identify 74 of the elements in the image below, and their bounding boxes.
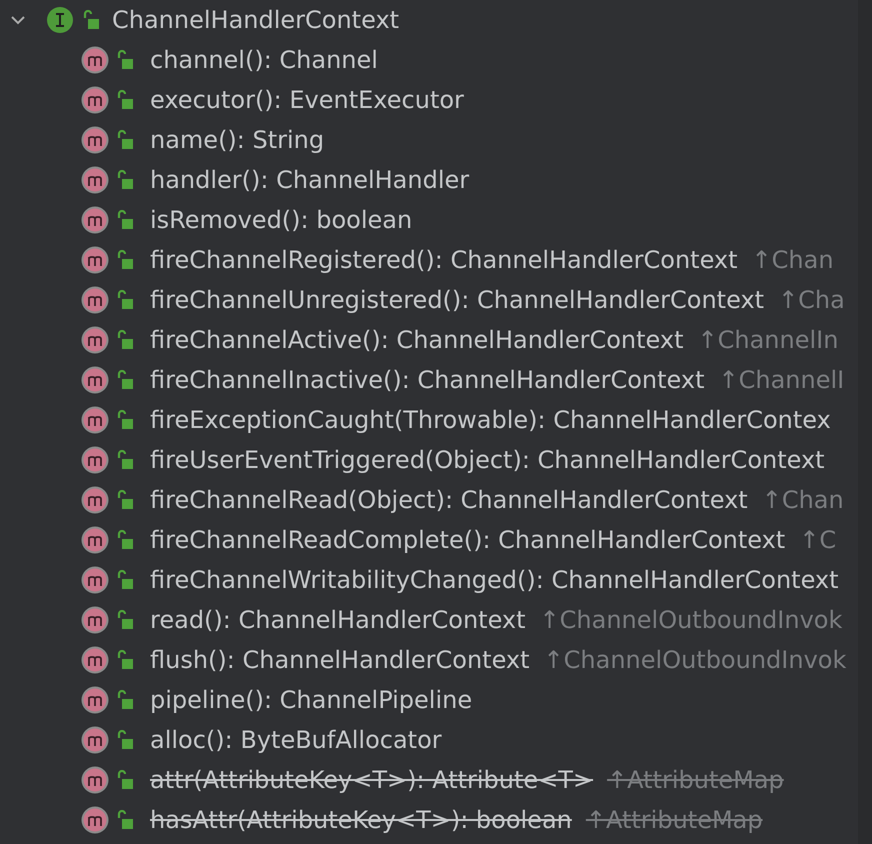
unlocked-padlock-icon: [116, 570, 134, 590]
inherited-from-label: ↑ChannelOutboundInvok: [540, 606, 842, 634]
method-icon: [80, 646, 110, 674]
method-signature[interactable]: flush(): ChannelHandlerContext: [150, 646, 530, 674]
method-signature[interactable]: attr(AttributeKey<T>): Attribute<T>: [150, 766, 594, 794]
unlocked-padlock-icon: [116, 290, 134, 310]
method-icon: [80, 366, 110, 394]
unlocked-padlock-icon: [116, 210, 134, 230]
method-signature[interactable]: fireUserEventTriggered(Object): ChannelHandlerContext: [150, 446, 825, 474]
unlocked-padlock-icon: [116, 330, 134, 350]
unlocked-padlock-icon: [116, 730, 134, 750]
unlocked-padlock-icon: [116, 170, 134, 190]
method-signature[interactable]: fireChannelUnregistered(): ChannelHandlerContext: [150, 286, 764, 314]
unlocked-padlock-icon: [116, 610, 134, 630]
method-signature[interactable]: hasAttr(AttributeKey<T>): boolean: [150, 806, 572, 834]
method-icon: [80, 166, 110, 194]
method-signature[interactable]: handler(): ChannelHandler: [150, 166, 470, 194]
method-icon: [80, 686, 110, 714]
unlocked-padlock-icon: [116, 690, 134, 710]
method-icon: [80, 246, 110, 274]
method-icon: [80, 806, 110, 834]
method-signature[interactable]: executor(): EventExecutor: [150, 86, 464, 114]
unlocked-padlock-icon: [116, 810, 134, 830]
method-icon: [80, 326, 110, 354]
method-icon: [80, 286, 110, 314]
unlocked-padlock-icon: [116, 90, 134, 110]
method-icon: [80, 86, 110, 114]
method-icon: [80, 726, 110, 754]
inherited-from-label: ↑ChannelOutboundInvok: [544, 646, 846, 674]
method-signature[interactable]: read(): ChannelHandlerContext: [150, 606, 526, 634]
unlocked-padlock-icon: [116, 650, 134, 670]
method-icon: [80, 606, 110, 634]
inherited-from-label: ↑Chan: [752, 246, 834, 274]
method-icon: [80, 446, 110, 474]
unlocked-padlock-icon: [116, 490, 134, 510]
inherited-from-label: ↑C: [799, 526, 836, 554]
inherited-from-label: ↑ChannelIn: [697, 326, 838, 354]
method-signature[interactable]: fireChannelRegistered(): ChannelHandlerContext: [150, 246, 738, 274]
method-icon: [80, 46, 110, 74]
method-signature[interactable]: fireChannelWritabilityChanged(): ChannelHandlerContext: [150, 566, 839, 594]
method-icon: [80, 526, 110, 554]
chevron-icon[interactable]: [10, 15, 26, 25]
method-icon: [80, 566, 110, 594]
unlocked-padlock-icon: [116, 530, 134, 550]
method-signature[interactable]: channel(): Channel: [150, 46, 378, 74]
method-signature[interactable]: pipeline(): ChannelPipeline: [150, 686, 472, 714]
method-icon: [80, 126, 110, 154]
inherited-from-label: ↑ChannelI: [718, 366, 844, 394]
unlocked-padlock-icon: [116, 50, 134, 70]
unlocked-padlock-icon: [116, 130, 134, 150]
method-signature[interactable]: fireChannelInactive(): ChannelHandlerContext: [150, 366, 704, 394]
method-signature[interactable]: fireExceptionCaught(Throwable): ChannelHandlerContex: [150, 406, 831, 434]
method-signature[interactable]: name(): String: [150, 126, 324, 154]
unlocked-padlock-icon: [82, 10, 100, 30]
method-signature[interactable]: isRemoved(): boolean: [150, 206, 412, 234]
method-icon: [80, 486, 110, 514]
inherited-from-label: ↑Cha: [778, 286, 845, 314]
method-icon: [80, 406, 110, 434]
method-signature[interactable]: fireChannelRead(Object): ChannelHandlerContext: [150, 486, 748, 514]
method-signature[interactable]: fireChannelActive(): ChannelHandlerContext: [150, 326, 684, 354]
inherited-from-label: ↑AttributeMap: [586, 806, 763, 834]
inherited-from-label: ↑Chan: [762, 486, 844, 514]
method-icon: [80, 206, 110, 234]
tree-item[interactable]: ChannelHandlerContext: [112, 6, 400, 34]
inherited-from-label: ↑AttributeMap: [607, 766, 784, 794]
method-icon: [80, 766, 110, 794]
unlocked-padlock-icon: [116, 250, 134, 270]
method-signature[interactable]: fireChannelReadComplete(): ChannelHandlerContext: [150, 526, 786, 554]
unlocked-padlock-icon: [116, 450, 134, 470]
method-signature[interactable]: alloc(): ByteBufAllocator: [150, 726, 442, 754]
unlocked-padlock-icon: [116, 410, 134, 430]
interface-icon: [46, 6, 74, 34]
unlocked-padlock-icon: [116, 770, 134, 790]
unlocked-padlock-icon: [116, 370, 134, 390]
